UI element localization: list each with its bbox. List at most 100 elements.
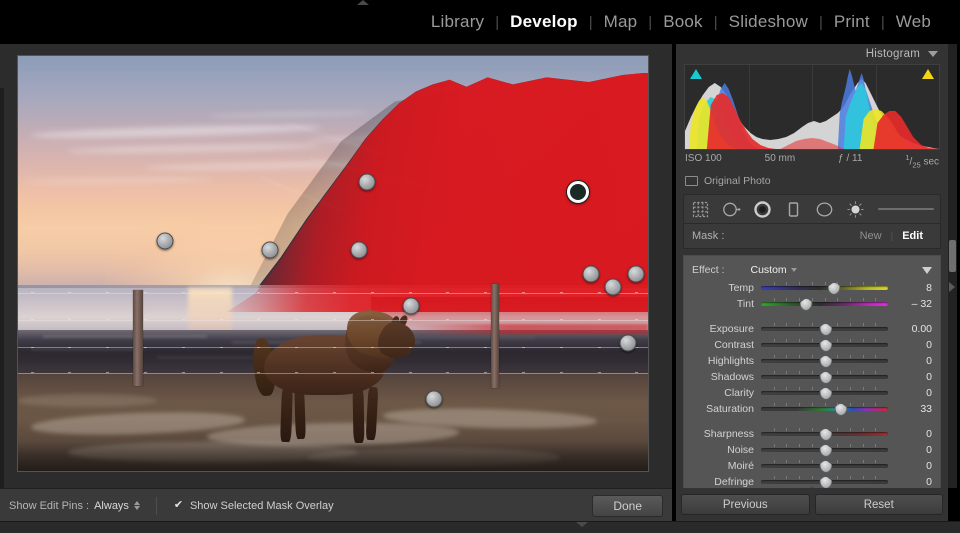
edit-pin[interactable] <box>156 232 174 250</box>
slider-value[interactable]: 0 <box>888 339 932 351</box>
edit-pin-selected[interactable] <box>567 181 589 203</box>
slider-row-sharpness: Sharpness 0 <box>684 426 940 442</box>
slider-handle[interactable] <box>833 403 846 416</box>
mask-overlay-label[interactable]: Show Selected Mask Overlay <box>190 500 334 512</box>
mask-edit-button[interactable]: Edit <box>893 230 932 242</box>
fence-barb <box>446 291 450 293</box>
show-edit-pins-value[interactable]: Always <box>94 500 129 512</box>
slider-value[interactable]: 0 <box>888 387 932 399</box>
slider-track-tint[interactable] <box>761 297 888 311</box>
module-print[interactable]: Print <box>823 12 881 32</box>
slider-handle[interactable] <box>827 282 840 295</box>
slider-track-noise[interactable] <box>761 443 888 457</box>
brush-size-slider[interactable] <box>878 208 934 211</box>
slider-track-contrast[interactable] <box>761 338 888 352</box>
horse <box>251 304 422 450</box>
slider-value[interactable]: 0 <box>888 371 932 383</box>
scrollbar-thumb[interactable] <box>949 240 956 272</box>
panel-collapse-icon[interactable] <box>922 266 932 274</box>
slider-handle[interactable] <box>818 476 831 489</box>
slider-handle[interactable] <box>818 355 831 368</box>
show-edit-pins-stepper[interactable] <box>133 501 140 510</box>
slider-handle[interactable] <box>818 323 831 336</box>
filmstrip-toggle[interactable] <box>575 521 589 529</box>
module-map[interactable]: Map <box>593 12 649 32</box>
slider-track-saturation[interactable] <box>761 402 888 416</box>
module-book[interactable]: Book <box>652 12 714 32</box>
edit-pin[interactable] <box>604 278 622 296</box>
frost-patch <box>18 394 157 407</box>
fence-barb <box>106 372 110 374</box>
edit-pin[interactable] <box>358 173 376 191</box>
right-panel-scrollbar[interactable] <box>948 44 957 488</box>
edit-pin[interactable] <box>619 334 637 352</box>
slider-handle[interactable] <box>818 339 831 352</box>
photo-image[interactable] <box>18 56 648 471</box>
slider-handle[interactable] <box>818 428 831 441</box>
red-eye-correction-tool[interactable] <box>752 199 772 219</box>
fence-barb <box>635 291 639 293</box>
edit-pin[interactable] <box>402 297 420 315</box>
slider-track-moir[interactable] <box>761 459 888 473</box>
slider-track-clarity[interactable] <box>761 386 888 400</box>
mask-overlay-checkbox[interactable]: ✔ <box>173 500 184 511</box>
fence-post <box>133 290 143 386</box>
slider-value[interactable]: 0 <box>888 355 932 367</box>
module-web[interactable]: Web <box>885 12 942 32</box>
highlight-clipping-indicator[interactable] <box>922 69 934 79</box>
fence-barb <box>219 372 223 374</box>
histogram-header[interactable]: Histogram <box>676 44 948 64</box>
slider-value[interactable]: 33 <box>888 403 932 415</box>
edit-pin[interactable] <box>582 265 600 283</box>
previous-button[interactable]: Previous <box>681 494 810 515</box>
adjustment-brush-tool[interactable] <box>845 199 865 219</box>
chevron-down-icon[interactable] <box>928 51 938 57</box>
edit-pin[interactable] <box>261 241 279 259</box>
slider-row-moir: Moiré 0 <box>684 458 940 474</box>
mask-new-button[interactable]: New <box>851 230 891 242</box>
slider-handle[interactable] <box>818 444 831 457</box>
exif-focal-length: 50 mm <box>764 153 796 164</box>
slider-value[interactable]: 0 <box>888 476 932 488</box>
slider-value[interactable]: 0 <box>888 428 932 440</box>
effect-value[interactable]: Custom <box>751 264 787 276</box>
fence-barb <box>559 372 563 374</box>
toolbar-divider <box>155 496 157 515</box>
slider-value[interactable]: 0 <box>888 444 932 456</box>
slider-track-highlights[interactable] <box>761 354 888 368</box>
edit-pin[interactable] <box>425 390 443 408</box>
slider-handle[interactable] <box>818 387 831 400</box>
radial-filter-tool[interactable] <box>814 199 834 219</box>
slider-value[interactable]: 0 <box>888 460 932 472</box>
slider-track-exposure[interactable] <box>761 322 888 336</box>
shadow-clipping-indicator[interactable] <box>690 69 702 79</box>
slider-track-shadows[interactable] <box>761 370 888 384</box>
reset-button[interactable]: Reset <box>814 494 943 515</box>
graduated-filter-tool[interactable] <box>783 199 803 219</box>
slider-handle[interactable] <box>818 460 831 473</box>
module-library[interactable]: Library <box>420 12 495 32</box>
slider-handle[interactable] <box>799 298 812 311</box>
histogram-graph[interactable] <box>684 64 940 150</box>
slider-value[interactable]: – 32 <box>888 298 932 310</box>
edit-pin[interactable] <box>350 241 368 259</box>
fence-barb <box>484 319 488 321</box>
slider-value[interactable]: 0.00 <box>888 323 932 335</box>
module-slideshow[interactable]: Slideshow <box>718 12 819 32</box>
edit-pin[interactable] <box>627 265 645 283</box>
effect-dropdown-icon[interactable] <box>790 268 797 273</box>
slider-value[interactable]: 8 <box>888 282 932 294</box>
original-photo-toggle[interactable]: Original Photo <box>685 175 939 187</box>
slider-track-sharpness[interactable] <box>761 427 888 441</box>
top-panel-toggle[interactable] <box>356 0 370 8</box>
done-button[interactable]: Done <box>592 494 663 517</box>
right-panel-toggle[interactable] <box>949 280 957 292</box>
spot-removal-tool[interactable] <box>721 199 741 219</box>
slider-track-temp[interactable] <box>761 281 888 295</box>
fence-barb <box>408 346 412 348</box>
module-develop[interactable]: Develop <box>499 12 589 32</box>
crop-overlay-tool[interactable] <box>690 199 710 219</box>
mask-overlay-spill <box>414 323 648 335</box>
slider-row-highlights: Highlights 0 <box>684 353 940 369</box>
slider-handle[interactable] <box>818 371 831 384</box>
